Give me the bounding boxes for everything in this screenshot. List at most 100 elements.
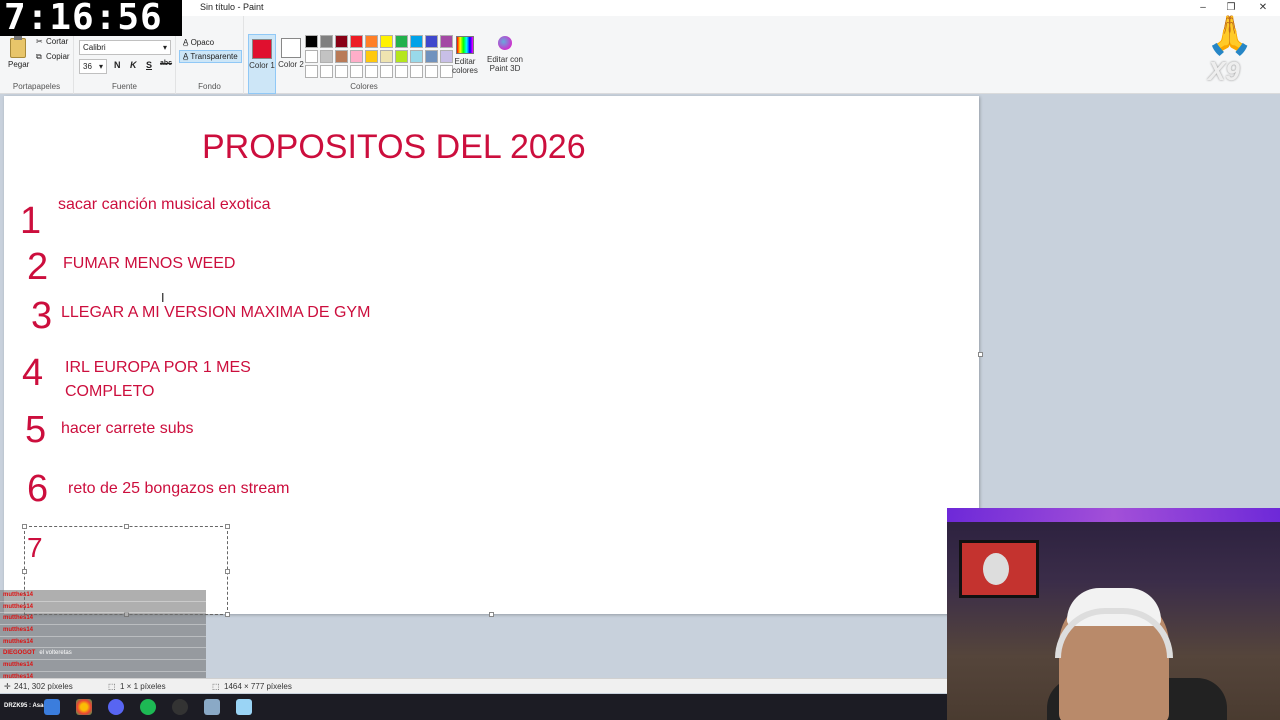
underline-button[interactable]: S	[146, 60, 152, 70]
tv-image	[983, 553, 1009, 585]
palette-swatch[interactable]	[335, 65, 348, 78]
chat-message: mutthes14	[0, 590, 206, 602]
multiplier-badge: X9	[1208, 56, 1240, 86]
palette-swatch[interactable]	[350, 65, 363, 78]
resize-handle[interactable]	[124, 524, 129, 529]
title-bar: Sin título - Paint – ❐ ✕	[0, 0, 1280, 16]
webcam-overlay	[947, 508, 1280, 720]
font-size-select[interactable]: 36 ▾	[79, 59, 107, 74]
chat-message: DIEGOGOT el volteretas	[0, 648, 206, 661]
paste-label[interactable]: Pegar	[8, 60, 29, 69]
chat-username: DIEGOGOT	[3, 650, 36, 657]
palette-swatch[interactable]	[365, 50, 378, 63]
palette-swatch[interactable]	[380, 50, 393, 63]
stream-clock: 7:16:56	[0, 0, 182, 36]
crosshair-icon: ✛	[4, 682, 11, 691]
item-text: IRL EUROPA POR 1 MES	[65, 359, 251, 376]
item-number: 2	[27, 246, 49, 288]
palette-swatch[interactable]	[380, 65, 393, 78]
cut-button[interactable]: Cortar	[46, 37, 68, 46]
item-text-continued: COMPLETO	[65, 383, 155, 400]
palette-swatch[interactable]	[425, 65, 438, 78]
canvas-size-icon: ⬚	[212, 682, 220, 691]
palette-swatch[interactable]	[305, 65, 318, 78]
resize-handle[interactable]	[225, 612, 230, 617]
strikethrough-button[interactable]: abc	[160, 60, 172, 67]
chat-username: mutthes14	[3, 638, 34, 645]
item-text: hacer carrete subs	[61, 420, 194, 437]
palette-swatch[interactable]	[410, 50, 423, 63]
color-palette[interactable]	[305, 35, 453, 78]
item-number: 3	[31, 295, 53, 337]
chrome-icon[interactable]	[76, 699, 92, 715]
transparent-label: Transparente	[190, 52, 238, 61]
paint3d-label: Editar con Paint 3D	[486, 55, 524, 73]
palette-swatch[interactable]	[335, 35, 348, 48]
item-text: FUMAR MENOS WEED	[63, 255, 236, 272]
palette-swatch[interactable]	[305, 35, 318, 48]
transparent-option[interactable]: A̲ Transparente	[179, 50, 242, 63]
item-number: 4	[22, 352, 44, 394]
selection-size: 1 × 1 píxeles	[120, 682, 166, 691]
opaque-option[interactable]: A̲ Opaco	[180, 37, 217, 48]
item-number: 5	[25, 409, 47, 451]
status-bar: ✛ 241, 302 píxeles ⬚ 1 × 1 píxeles ⬚ 146…	[0, 678, 948, 693]
item-number: 1	[20, 200, 42, 242]
paint-icon[interactable]	[236, 699, 252, 715]
canvas-resize-handle[interactable]	[489, 612, 494, 617]
palette-swatch[interactable]	[305, 50, 318, 63]
resize-handle[interactable]	[225, 524, 230, 529]
paint3d-icon	[498, 36, 512, 50]
cursor-position: 241, 302 píxeles	[14, 682, 73, 691]
discord-icon[interactable]	[108, 699, 124, 715]
background-group: A̲ Opaco A̲ Transparente Fondo	[176, 16, 244, 94]
obs-icon[interactable]	[172, 699, 188, 715]
chat-message: mutthes14	[0, 625, 206, 637]
bold-button[interactable]: N	[114, 60, 121, 70]
palette-swatch[interactable]	[320, 65, 333, 78]
copy-button[interactable]: Copiar	[46, 52, 70, 61]
edit-colors-label: Editar colores	[452, 57, 478, 75]
restore-button[interactable]: ❐	[1224, 1, 1238, 15]
text-cursor-icon: Ⅰ	[161, 291, 165, 305]
clipboard-group-label: Portapapeles	[12, 82, 61, 91]
spotify-icon[interactable]	[140, 699, 156, 715]
palette-swatch[interactable]	[320, 50, 333, 63]
palette-swatch[interactable]	[350, 35, 363, 48]
edit-colors-button[interactable]: Editar colores	[452, 34, 478, 75]
selection-icon: ⬚	[108, 682, 116, 691]
palette-swatch[interactable]	[365, 35, 378, 48]
palette-swatch[interactable]	[395, 35, 408, 48]
font-family-select[interactable]: Calibri ▾	[79, 40, 171, 55]
app-icon[interactable]	[44, 699, 60, 715]
resize-handle[interactable]	[22, 569, 27, 574]
canvas-resize-handle[interactable]	[978, 352, 983, 357]
item-number: 6	[27, 468, 49, 510]
minimize-button[interactable]: –	[1196, 1, 1210, 15]
paint3d-button[interactable]: Editar con Paint 3D	[484, 34, 526, 73]
scissors-icon[interactable]: ✂	[36, 37, 43, 46]
palette-swatch[interactable]	[320, 35, 333, 48]
close-button[interactable]: ✕	[1256, 1, 1270, 15]
palette-swatch[interactable]	[365, 65, 378, 78]
palette-swatch[interactable]	[410, 35, 423, 48]
paste-icon[interactable]	[10, 36, 26, 58]
copy-icon[interactable]: ⧉	[36, 52, 42, 62]
palette-swatch[interactable]	[350, 50, 363, 63]
palette-swatch[interactable]	[380, 35, 393, 48]
chat-message: mutthes14	[0, 613, 206, 626]
item-text: LLEGAR A MI VERSION MAXIMA DE GYM	[61, 304, 371, 321]
italic-button[interactable]: K	[130, 60, 137, 70]
color1-label: Color 1	[249, 61, 275, 70]
palette-swatch[interactable]	[410, 65, 423, 78]
palette-swatch[interactable]	[425, 35, 438, 48]
palette-swatch[interactable]	[335, 50, 348, 63]
opaque-icon: A̲	[183, 38, 191, 47]
font-group-label: Fuente	[112, 82, 137, 91]
palette-swatch[interactable]	[395, 65, 408, 78]
app-icon[interactable]	[204, 699, 220, 715]
palette-swatch[interactable]	[395, 50, 408, 63]
resize-handle[interactable]	[225, 569, 230, 574]
resize-handle[interactable]	[22, 524, 27, 529]
palette-swatch[interactable]	[425, 50, 438, 63]
